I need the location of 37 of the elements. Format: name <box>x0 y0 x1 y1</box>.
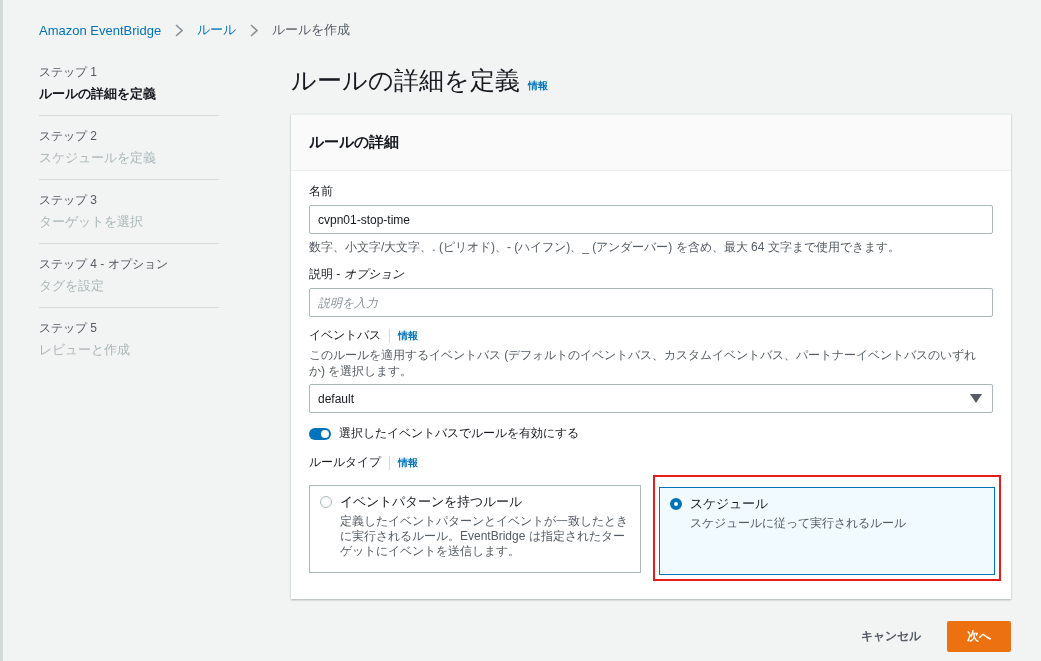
chevron-right-icon <box>250 23 259 37</box>
breadcrumb-text: ルールを作成 <box>272 21 351 39</box>
step-label: ステップ 4 - オプション <box>39 256 169 273</box>
step-label: ステップ 3 <box>39 192 98 209</box>
tile-description: 定義したイベントパターンとイベントが一致したときに実行されるルール。EventBridge は指定されたターゲットにイベントを送信します。 <box>340 514 629 560</box>
breadcrumb-link[interactable]: ルール <box>197 21 237 39</box>
info-link[interactable]: 情報 <box>528 79 548 93</box>
next-button[interactable]: 次へ <box>947 621 1011 653</box>
event-bus-select[interactable]: default <box>309 384 993 414</box>
step-label: ステップ 2 <box>39 128 98 145</box>
rule-type-tile[interactable]: スケジュール スケジュールに従って実行されるルール <box>659 487 995 576</box>
rule-type-tile[interactable]: イベントパターンを持つルール 定義したイベントパターンとイベントが一致したときに実行されるルール。EventBridge は指定されたターゲットにイベントを送信します。 <box>309 485 641 574</box>
step-label: ステップ 1 <box>39 64 98 81</box>
tile-description: スケジュールに従って実行されるルール <box>690 516 906 532</box>
card-title: ルールの詳細 <box>309 133 400 152</box>
info-link[interactable]: 情報 <box>389 328 418 343</box>
field-label: 名前 <box>309 183 334 200</box>
name-input[interactable]: cvpn01-stop-time <box>309 205 993 234</box>
field-hint: 数字、小文字/大文字、. (ピリオド)、- (ハイフン)、_ (アンダーバー) を含め、最大 64 文字まで使用できます。 <box>309 239 901 256</box>
description-input[interactable]: 説明を入力 <box>309 288 993 317</box>
caret-down-icon <box>970 394 982 404</box>
info-link[interactable]: 情報 <box>389 455 418 470</box>
field-description: このルールを適用するイベントバス (デフォルトのイベントバス、カスタムイベントバス、パートナーイベントバスのいずれか) を選択します。 <box>309 347 978 380</box>
cancel-button[interactable]: キャンセル <box>853 622 929 652</box>
toggle-switch[interactable] <box>309 427 331 440</box>
field-label: 説明 - オプション <box>309 266 405 283</box>
step-label: ステップ 5 <box>39 320 98 337</box>
radio-button[interactable] <box>670 498 682 511</box>
field-label: イベントバス <box>309 327 381 344</box>
field-label: ルールタイプ <box>309 454 381 472</box>
step-link[interactable]: ルールの詳細を定義 <box>39 85 219 103</box>
tile-title: イベントパターンを持つルール <box>340 493 523 512</box>
chevron-right-icon <box>175 23 184 37</box>
toggle-label: 選択したイベントバスでルールを有効にする <box>339 425 579 443</box>
tile-title: スケジュール <box>690 495 769 514</box>
breadcrumb-link[interactable]: Amazon EventBridge <box>39 22 162 38</box>
page-title: ルールの詳細を定義 <box>291 65 520 96</box>
